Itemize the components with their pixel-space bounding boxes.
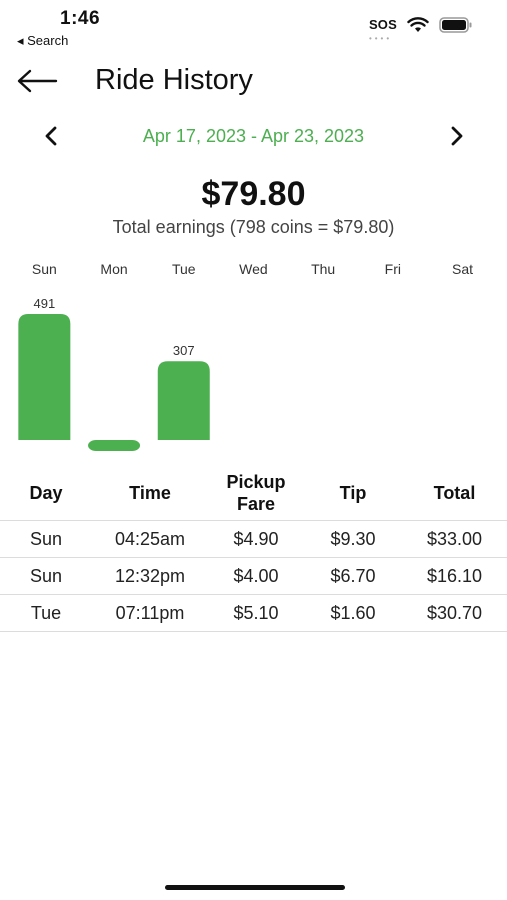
- cell-total: $30.70: [426, 602, 483, 623]
- sos-indicator: SOS ••••: [368, 16, 397, 43]
- status-indicators: SOS ••••: [368, 16, 473, 43]
- date-range: Apr 17, 2023 - Apr 23, 2023: [142, 126, 365, 146]
- status-back-to-search[interactable]: ◂ Search: [17, 33, 68, 49]
- cell-tip: $1.60: [330, 602, 376, 623]
- day-label-sun: Sun: [32, 261, 57, 277]
- table-row[interactable]: Sun 04:25am $4.90 $9.30 $33.00: [0, 521, 507, 558]
- day-label-thu: Thu: [311, 261, 335, 277]
- day-label-tue: Tue: [172, 261, 196, 277]
- cell-time: 07:11pm: [115, 602, 185, 623]
- total-earnings-amount: $79.80: [201, 175, 306, 213]
- cell-time: 12:32pm: [114, 565, 186, 586]
- bar-mon[interactable]: [88, 440, 141, 451]
- cell-time: 04:25am: [114, 528, 186, 549]
- home-indicator[interactable]: [165, 885, 345, 890]
- day-label-mon: Mon: [100, 261, 127, 277]
- header-time: Time: [129, 483, 171, 503]
- cell-pickup-fare: $5.10: [233, 602, 279, 623]
- cell-total: $33.00: [426, 528, 483, 549]
- table-header: Day Time Pickup Fare Tip Total: [0, 466, 507, 521]
- page-title: Ride History: [95, 64, 253, 96]
- status-time: 1:46: [60, 8, 101, 29]
- rides-table: Day Time Pickup Fare Tip Total Sun 04:25am $4.…: [0, 466, 507, 632]
- bar-value-tue: 307: [173, 343, 195, 358]
- sos-label: SOS: [368, 17, 397, 32]
- cell-tip: $9.30: [330, 528, 376, 549]
- signal-dots-icon: ••••: [368, 34, 393, 43]
- cell-day: Tue: [30, 602, 62, 623]
- header-total: Total: [433, 483, 476, 503]
- next-week-button[interactable]: [442, 122, 470, 150]
- bar-tue[interactable]: [157, 361, 210, 440]
- total-earnings-caption: Total earnings (798 coins = $79.80): [112, 217, 395, 237]
- cell-day: Sun: [29, 565, 63, 586]
- arrow-left-icon: [17, 69, 58, 93]
- cell-day: Sun: [29, 528, 63, 549]
- table-row[interactable]: Sun 12:32pm $4.00 $6.70 $16.10: [0, 558, 507, 595]
- table-body: Sun 04:25am $4.90 $9.30 $33.00 Sun 12:32pm $4.0…: [0, 521, 507, 632]
- bar-value-sun: 491: [33, 296, 55, 311]
- header-tip: Tip: [339, 483, 367, 503]
- battery-icon: [439, 17, 472, 33]
- bar-sun[interactable]: [18, 314, 71, 440]
- cell-pickup-fare: $4.90: [233, 528, 279, 549]
- header-day: Day: [29, 483, 63, 503]
- header-pickup-fare: Pickup Fare: [226, 472, 286, 514]
- cell-total: $16.10: [426, 565, 483, 586]
- weekly-earnings-chart: Sun 491 Mon Tue 307 Wed Thu Fri Sat: [0, 255, 507, 465]
- day-label-fri: Fri: [385, 261, 401, 277]
- day-label-sat: Sat: [452, 261, 473, 277]
- bar-chart-svg: Sun 491 Mon Tue 307 Wed Thu Fri Sat: [18, 261, 473, 451]
- day-label-wed: Wed: [239, 261, 268, 277]
- cell-tip: $6.70: [330, 565, 376, 586]
- wifi-icon: [407, 17, 429, 32]
- back-button[interactable]: [14, 62, 60, 100]
- cell-pickup-fare: $4.00: [233, 565, 279, 586]
- table-row[interactable]: Tue 07:11pm $5.10 $1.60 $30.70: [0, 595, 507, 632]
- chevron-right-icon: [451, 126, 463, 146]
